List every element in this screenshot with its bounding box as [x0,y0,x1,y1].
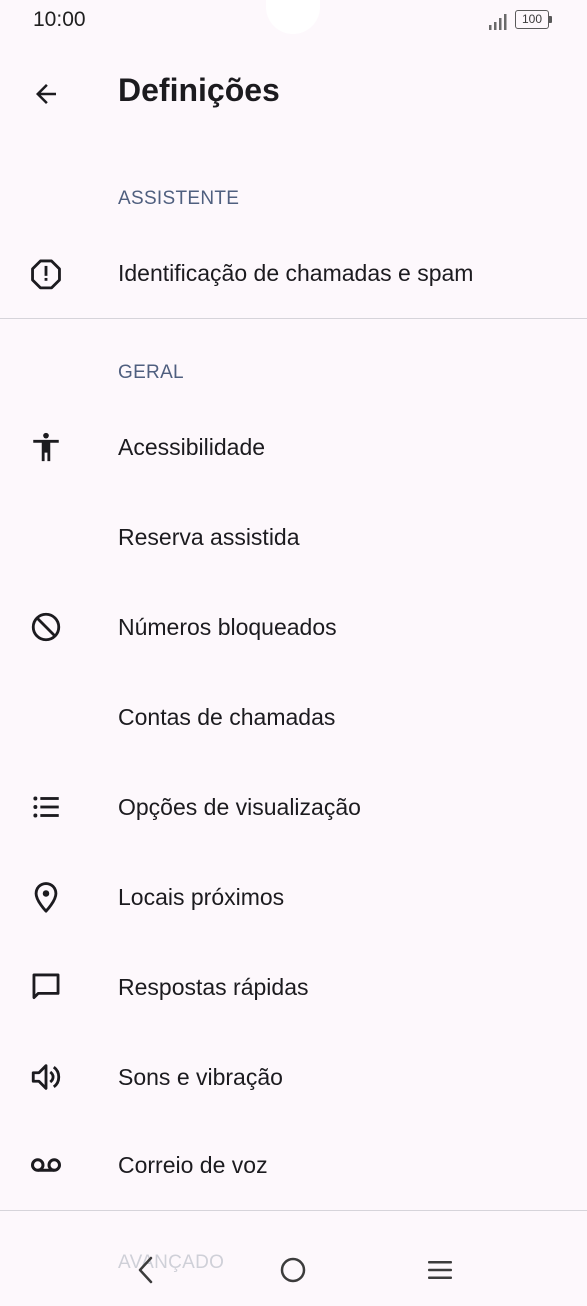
settings-item-label: Opções de visualização [118,793,361,820]
volume-icon [26,1057,66,1097]
settings-item-voicemail[interactable]: Correio de voz [0,1120,587,1210]
battery-icon: 100 [515,10,553,29]
settings-item-nearby-places[interactable]: Locais próximos [0,852,587,942]
settings-item-sounds-vibration[interactable]: Sons e vibração [0,1032,587,1122]
settings-item-quick-responses[interactable]: Respostas rápidas [0,942,587,1032]
signal-icon [489,14,507,30]
list-icon [26,787,66,827]
settings-item-assisted-booking[interactable]: Reserva assistida [0,492,587,582]
settings-item-caller-id-spam[interactable]: Identificação de chamadas e spam [0,228,587,318]
system-nav-bar [0,1232,587,1306]
chevron-left-icon [138,1256,153,1284]
circle-home-icon [280,1257,306,1283]
settings-item-label: Contas de chamadas [118,703,336,730]
section-divider [0,318,587,319]
page-title: Definições [118,72,280,108]
nav-back-button[interactable] [118,1242,174,1298]
section-header-general: GERAL [118,362,184,383]
alert-octagon-icon [26,253,66,293]
settings-item-label: Correio de voz [118,1151,268,1178]
settings-item-calling-accounts[interactable]: Contas de chamadas [0,672,587,762]
settings-item-label: Identificação de chamadas e spam [118,259,474,286]
voicemail-icon [26,1145,66,1185]
back-button[interactable] [22,70,70,118]
camera-notch [266,0,320,34]
settings-item-blocked-numbers[interactable]: Números bloqueados [0,582,587,672]
settings-item-label: Acessibilidade [118,433,266,460]
status-time: 10:00 [33,8,86,31]
battery-level: 100 [515,10,549,29]
location-pin-icon [26,877,66,917]
settings-item-label: Respostas rápidas [118,973,309,1000]
section-header-assistant: ASSISTENTE [118,188,240,209]
accessibility-icon [26,427,66,467]
nav-recents-button[interactable] [412,1242,468,1298]
settings-item-label: Reserva assistida [118,523,300,550]
block-icon [26,607,66,647]
nav-home-button[interactable] [265,1242,321,1298]
settings-item-accessibility[interactable]: Acessibilidade [0,402,587,492]
settings-item-label: Sons e vibração [118,1063,283,1090]
menu-lines-icon [428,1261,452,1279]
settings-item-label: Locais próximos [118,883,285,910]
settings-item-display-options[interactable]: Opções de visualização [0,762,587,852]
message-icon [26,967,66,1007]
section-divider [0,1210,587,1211]
status-bar: 10:00 100 [0,0,587,42]
settings-item-label: Números bloqueados [118,613,337,640]
app-bar: Definições [0,52,587,132]
arrow-back-icon [36,84,56,104]
